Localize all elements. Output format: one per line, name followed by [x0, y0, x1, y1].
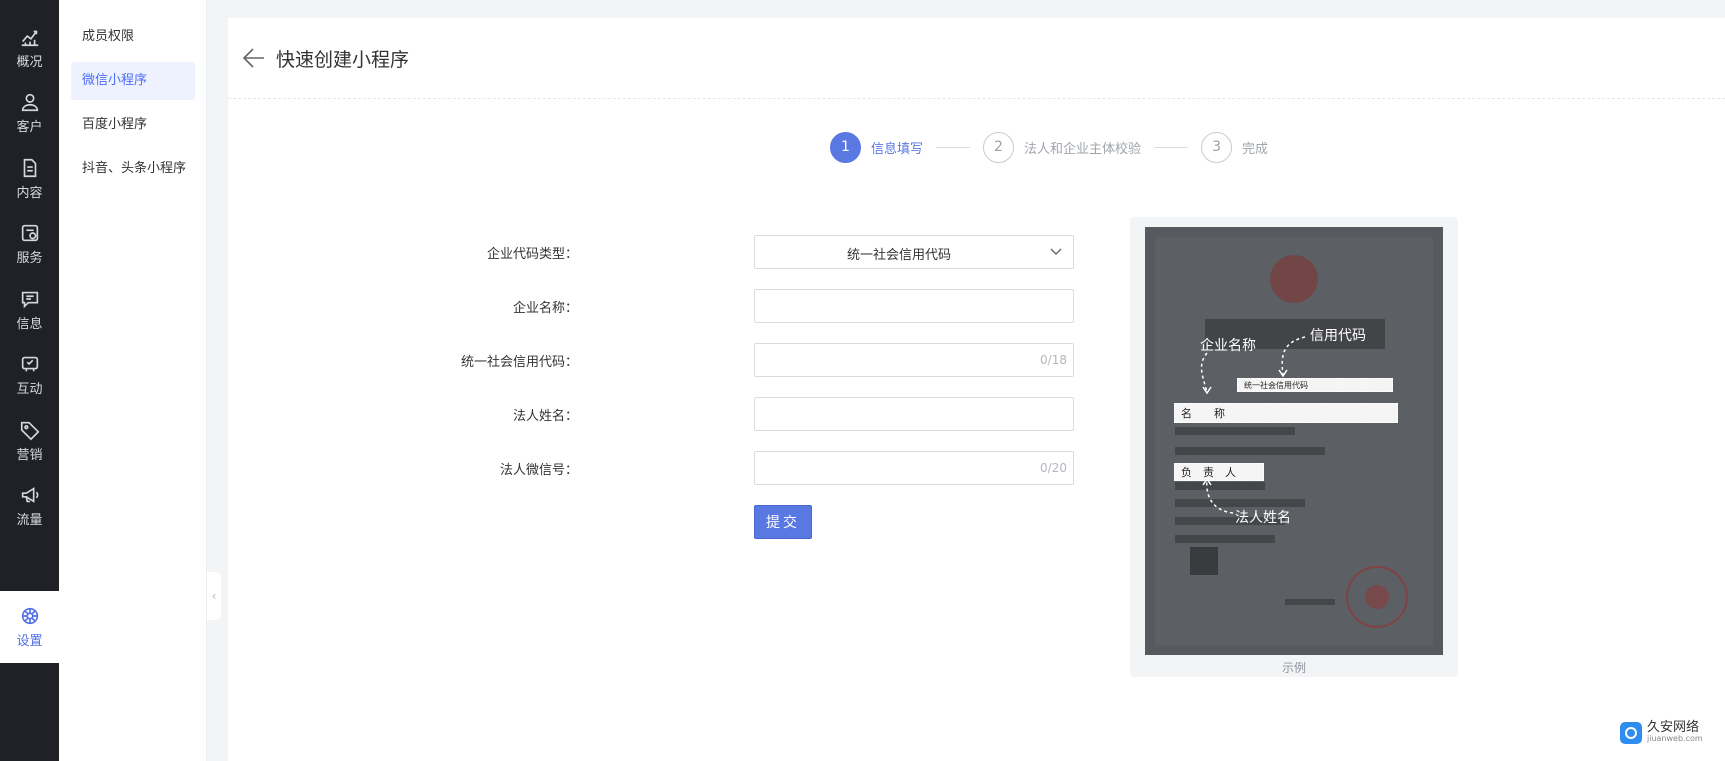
- back-arrow-icon[interactable]: [242, 47, 266, 69]
- rail-item-label: 互动: [16, 382, 43, 397]
- rail-item-label: 概况: [16, 55, 43, 70]
- submenu-item-wechat-mini-program[interactable]: 微信小程序: [71, 62, 195, 100]
- submit-button[interactable]: 提交: [754, 505, 812, 539]
- watermark: 久安网络 jiuanweb.com: [1620, 720, 1703, 744]
- annotation-legal-name: 法人姓名: [1235, 510, 1291, 526]
- chart-icon: [21, 30, 38, 47]
- license-illustration: [1145, 227, 1443, 655]
- gear-icon: [21, 607, 38, 625]
- step-3-label: 完成: [1242, 141, 1269, 157]
- business-license-example-image: 企业名称 信用代码 法人姓名 统一社会信用代码 名 称 负 责 人: [1145, 227, 1443, 655]
- watermark-domain: jiuanweb.com: [1647, 734, 1703, 743]
- code-type-select[interactable]: 统一社会信用代码: [754, 235, 1074, 269]
- rail-item-messages[interactable]: 信息: [0, 279, 59, 341]
- company-name-input[interactable]: [754, 289, 1074, 323]
- interaction-icon: [21, 356, 38, 372]
- submenu-item-douyin-toutiao-mini-program[interactable]: 抖音、头条小程序: [71, 150, 195, 188]
- rail-item-label: 信息: [16, 317, 43, 332]
- rail-item-label: 设置: [16, 634, 43, 649]
- watermark-logo-icon: [1620, 722, 1642, 744]
- watermark-text: 久安网络 jiuanweb.com: [1647, 720, 1703, 744]
- rail-item-label: 服务: [16, 251, 43, 266]
- main-nav-rail: 概况 客户 内容 服务 信息 互动 营销 流量 设置: [0, 0, 59, 761]
- rail-item-label: 营销: [16, 448, 43, 463]
- rail-item-customers[interactable]: 客户: [0, 82, 59, 144]
- rail-item-settings[interactable]: 设置: [0, 591, 59, 663]
- chevron-down-icon: [1049, 244, 1063, 258]
- watermark-name: 久安网络: [1647, 720, 1700, 735]
- example-caption: 示例: [1281, 661, 1306, 675]
- rail-item-content[interactable]: 内容: [0, 148, 59, 210]
- rail-item-overview[interactable]: 概况: [0, 17, 59, 79]
- step-1-circle: 1: [830, 131, 861, 163]
- character-counter: 0/20: [1040, 461, 1067, 475]
- credit-code-box: 统一社会信用代码: [1237, 378, 1393, 392]
- rail-item-service[interactable]: 服务: [0, 213, 59, 275]
- rail-item-label: 客户: [16, 120, 43, 135]
- legal-name-label: 法人姓名：: [512, 409, 578, 424]
- megaphone-icon: [21, 487, 38, 503]
- main-panel: 快速创建小程序 1 信息填写 2 法人和企业主体校验 3 完成 企业代码类型： …: [228, 18, 1725, 761]
- code-type-selected-value: 统一社会信用代码: [846, 248, 951, 263]
- character-counter: 0/18: [1040, 353, 1067, 367]
- tag-icon: [20, 421, 39, 441]
- rail-item-marketing[interactable]: 营销: [0, 410, 59, 472]
- rail-item-label: 内容: [16, 186, 43, 201]
- step-divider: [1154, 146, 1189, 148]
- legal-person-box: 负 责 人: [1174, 463, 1264, 481]
- progress-steps: 1 信息填写 2 法人和企业主体校验 3 完成: [830, 131, 1268, 163]
- annotation-credit-code: 信用代码: [1310, 328, 1366, 344]
- step-3-circle: 3: [1201, 131, 1233, 163]
- submenu-item-baidu-mini-program[interactable]: 百度小程序: [71, 106, 195, 144]
- company-name-box: 名 称: [1174, 403, 1398, 423]
- rail-item-interaction[interactable]: 互动: [0, 344, 59, 406]
- code-type-label: 企业代码类型：: [486, 247, 578, 262]
- rail-item-label: 流量: [16, 513, 43, 528]
- legal-wechat-input[interactable]: 0/20: [754, 451, 1074, 485]
- settings-submenu: 成员权限 微信小程序 百度小程序 抖音、头条小程序: [59, 0, 207, 761]
- credit-code-label: 统一社会信用代码：: [460, 355, 578, 370]
- chevron-left-icon: ‹: [211, 589, 217, 603]
- document-icon: [23, 158, 36, 178]
- rail-item-traffic[interactable]: 流量: [0, 475, 59, 537]
- collapse-sidebar-handle[interactable]: ‹: [207, 572, 221, 620]
- company-name-label: 企业名称：: [512, 301, 578, 316]
- step-divider: [936, 146, 971, 148]
- step-2-circle: 2: [983, 131, 1015, 163]
- user-icon: [21, 93, 38, 112]
- step-2-label: 法人和企业主体校验: [1024, 141, 1142, 157]
- message-icon: [21, 291, 38, 309]
- example-card: 企业名称 信用代码 法人姓名 统一社会信用代码 名 称 负 责 人 示例: [1130, 217, 1458, 677]
- step-1-label: 信息填写: [871, 141, 924, 157]
- legal-name-input[interactable]: [754, 397, 1074, 431]
- submenu-item-member-permissions[interactable]: 成员权限: [71, 18, 195, 56]
- credit-code-input[interactable]: 0/18: [754, 343, 1074, 377]
- annotation-company-name: 企业名称: [1200, 338, 1256, 354]
- legal-wechat-label: 法人微信号：: [499, 463, 578, 478]
- service-icon: [21, 224, 38, 242]
- page-header: 快速创建小程序: [228, 18, 1725, 99]
- page-title: 快速创建小程序: [276, 49, 410, 71]
